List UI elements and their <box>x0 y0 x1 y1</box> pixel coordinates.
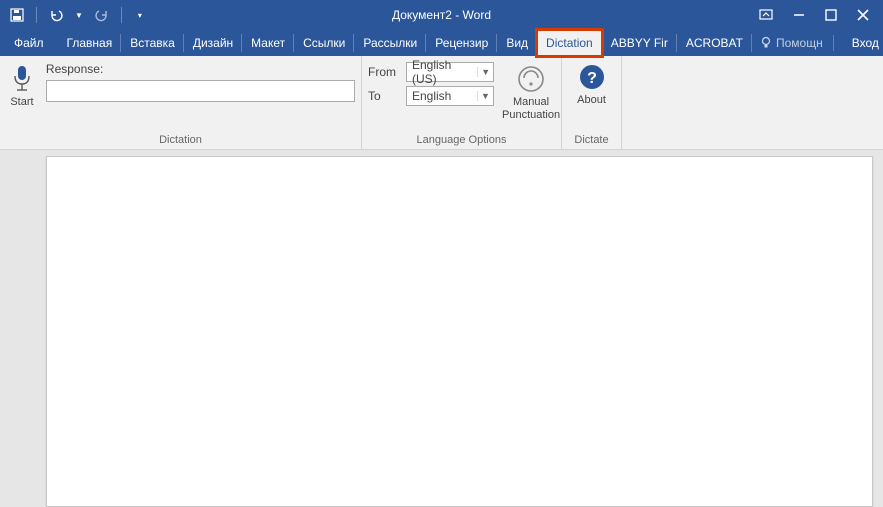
tab-mailings[interactable]: Рассылки <box>354 30 426 56</box>
sign-in-button[interactable]: Вход <box>842 36 883 50</box>
from-label: From <box>368 65 400 79</box>
window-controls <box>759 9 883 21</box>
title-bar: ▼ ▾ Документ2 - Word <box>0 0 883 30</box>
manual-label-2: Punctuation <box>502 109 560 121</box>
to-language-combo[interactable]: English ▼ <box>406 86 494 106</box>
group-dictate: ? About Dictate <box>562 56 622 149</box>
tab-label: ABBYY Fir <box>611 36 668 50</box>
group-label: Dictate <box>568 132 615 149</box>
start-dictation-button[interactable]: Start <box>6 60 38 132</box>
group-dictation: Start Response: Dictation <box>0 56 362 149</box>
help-label: Помощн <box>776 36 823 50</box>
tab-label: Dictation <box>546 36 593 50</box>
tab-file[interactable]: Файл <box>0 30 58 56</box>
tab-abbyy[interactable]: ABBYY Fir <box>602 30 677 56</box>
ribbon-tabs: Файл Главная Вставка Дизайн Макет Ссылки… <box>0 30 883 56</box>
save-icon[interactable] <box>10 8 24 22</box>
tab-insert[interactable]: Вставка <box>121 30 184 56</box>
chevron-down-icon: ▼ <box>477 67 491 77</box>
tab-layout[interactable]: Макет <box>242 30 294 56</box>
tab-label: Вставка <box>130 36 175 50</box>
login-label: Вход <box>852 36 879 50</box>
tab-label: Макет <box>251 36 285 50</box>
microphone-icon <box>11 64 33 94</box>
quick-access-toolbar: ▼ ▾ <box>0 7 146 23</box>
to-language-value: English <box>412 89 451 103</box>
manual-punctuation-button[interactable]: Manual Punctuation <box>502 62 560 122</box>
document-area <box>0 150 883 507</box>
window-title: Документ2 - Word <box>392 8 491 22</box>
tab-label: Ссылки <box>303 36 345 50</box>
maximize-icon[interactable] <box>825 9 837 21</box>
ribbon-display-options-icon[interactable] <box>759 9 773 21</box>
redo-icon[interactable] <box>93 8 109 22</box>
document-page[interactable] <box>46 156 873 507</box>
from-language-combo[interactable]: English (US) ▼ <box>406 62 494 82</box>
tab-label: Рассылки <box>363 36 417 50</box>
chevron-down-icon[interactable]: ▼ <box>75 11 83 20</box>
tab-acrobat[interactable]: ACROBAT <box>677 30 752 56</box>
qat-customize-icon[interactable]: ▾ <box>134 11 146 20</box>
tell-me-search[interactable]: Помощн <box>752 35 842 51</box>
start-label: Start <box>10 96 33 108</box>
punctuation-icon <box>516 64 546 94</box>
about-label: About <box>577 94 606 107</box>
tab-references[interactable]: Ссылки <box>294 30 354 56</box>
chevron-down-icon: ▼ <box>477 91 491 101</box>
minimize-icon[interactable] <box>793 9 805 21</box>
tab-label: Главная <box>67 36 113 50</box>
tab-label: Дизайн <box>193 36 233 50</box>
tab-label: Вид <box>506 36 528 50</box>
tab-label: Рецензир <box>435 36 488 50</box>
group-label: Language Options <box>368 132 555 149</box>
to-label: To <box>368 89 400 103</box>
svg-text:?: ? <box>587 70 597 87</box>
about-button[interactable]: ? About <box>568 60 615 132</box>
close-icon[interactable] <box>857 9 869 21</box>
tab-label: Файл <box>14 36 44 50</box>
tab-review[interactable]: Рецензир <box>426 30 497 56</box>
group-language-options: From English (US) ▼ To English ▼ <box>362 56 562 149</box>
lightbulb-icon <box>760 36 772 50</box>
tab-label: ACROBAT <box>686 36 743 50</box>
question-circle-icon: ? <box>577 62 607 92</box>
from-language-value: English (US) <box>412 58 477 86</box>
group-label: Dictation <box>6 132 355 149</box>
tab-design[interactable]: Дизайн <box>184 30 242 56</box>
ribbon: Start Response: Dictation From English (… <box>0 56 883 150</box>
response-input[interactable] <box>46 80 355 102</box>
manual-label-1: Manual <box>513 96 549 108</box>
response-label: Response: <box>46 62 355 76</box>
tab-view[interactable]: Вид <box>497 30 537 56</box>
tab-home[interactable]: Главная <box>58 30 122 56</box>
tab-dictation[interactable]: Dictation <box>537 30 602 56</box>
undo-icon[interactable] <box>49 8 65 22</box>
